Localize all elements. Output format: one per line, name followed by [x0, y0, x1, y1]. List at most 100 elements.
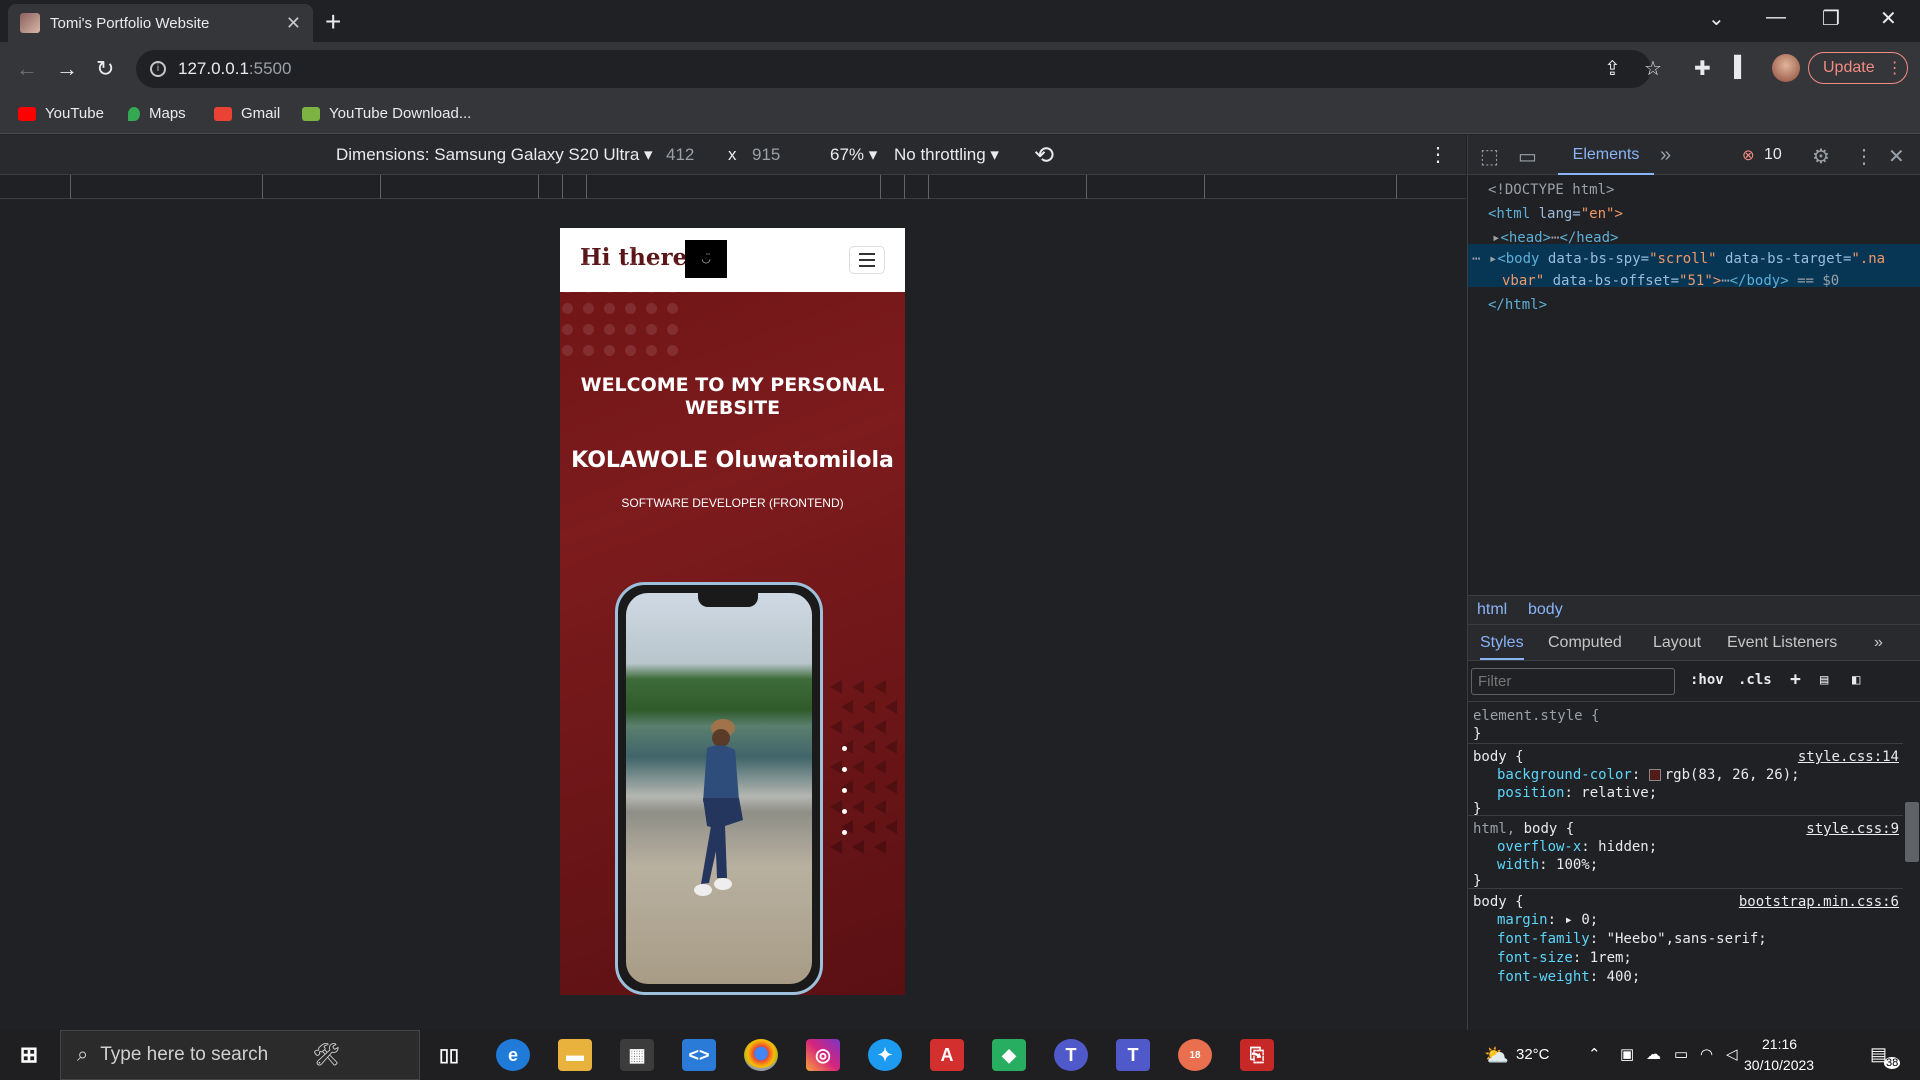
tab-layout[interactable]: Layout	[1653, 634, 1701, 652]
hov-toggle[interactable]: :hov	[1690, 672, 1724, 688]
file-explorer-icon[interactable]: ▬	[558, 1039, 592, 1071]
menu-kebab-icon[interactable]: ⋮	[1887, 58, 1903, 78]
teams-classic-icon[interactable]: T	[1116, 1039, 1150, 1071]
error-count[interactable]: 10	[1764, 146, 1782, 164]
weather-icon[interactable]: ⛅	[1484, 1043, 1509, 1068]
close-devtools-icon[interactable]: ✕	[1888, 144, 1905, 169]
clock-date[interactable]: 30/10/2023	[1744, 1057, 1814, 1073]
chat-app-icon[interactable]: 18	[1178, 1039, 1212, 1071]
close-window-icon[interactable]: ✕	[1880, 6, 1897, 31]
git-app-icon[interactable]: ◆	[992, 1039, 1026, 1071]
tab-styles[interactable]: Styles	[1480, 634, 1524, 660]
decl-font-size[interactable]: font-size: 1rem;	[1497, 950, 1632, 966]
new-tab-icon[interactable]: +	[325, 6, 341, 38]
store-icon[interactable]: ▦	[620, 1039, 654, 1071]
rule-source-link[interactable]: style.css:9	[1806, 821, 1899, 837]
error-icon[interactable]: ⊗	[1742, 146, 1755, 164]
styles-scrollbar[interactable]	[1905, 802, 1919, 862]
bookmark-youtube[interactable]: YouTube	[18, 105, 104, 122]
tab-computed[interactable]: Computed	[1548, 634, 1622, 652]
profile-avatar[interactable]	[1772, 54, 1800, 82]
bookmark-youtube-download[interactable]: YouTube Download...	[302, 105, 471, 122]
decl-overflow-x[interactable]: overflow-x: hidden;	[1497, 839, 1657, 855]
more-subtabs-chevron-icon[interactable]: »	[1874, 634, 1883, 652]
vscode-icon[interactable]: <>	[682, 1039, 716, 1071]
side-panel-icon[interactable]: ▌	[1734, 56, 1748, 79]
rule-html-body[interactable]: html, body { style.css:9 overflow-x: hid…	[1468, 817, 1903, 889]
rule-body-style-css[interactable]: body { style.css:14 background-color: rg…	[1468, 745, 1903, 817]
address-bar[interactable]: i 127.0.0.1:5500	[136, 50, 1651, 88]
node-actions-icon[interactable]: ⋯	[1472, 251, 1480, 267]
temperature[interactable]: 32°C	[1516, 1046, 1550, 1063]
rule-element-style[interactable]: element.style { }	[1468, 702, 1903, 744]
bookmark-maps[interactable]: Maps	[128, 105, 186, 122]
device-more-icon[interactable]: ⋮	[1428, 142, 1448, 167]
edge-icon[interactable]: e	[496, 1039, 530, 1071]
breadcrumb-body[interactable]: body	[1528, 601, 1563, 619]
forward-icon[interactable]: →	[56, 56, 78, 82]
extensions-icon[interactable]: ✚	[1694, 56, 1711, 81]
taskbar-search[interactable]: ⌕ Type here to search 🛠	[60, 1030, 420, 1080]
onedrive-icon[interactable]: ☁	[1646, 1045, 1661, 1063]
styles-filter-input[interactable]	[1471, 668, 1675, 695]
clock-time[interactable]: 21:16	[1762, 1036, 1797, 1052]
decl-width[interactable]: width: 100%;	[1497, 857, 1598, 873]
media-query-ruler[interactable]	[0, 175, 1466, 199]
dom-body-node-cont[interactable]: vbar" data-bs-offset="51">⋯</body> == $0	[1502, 273, 1839, 289]
more-tabs-chevron-icon[interactable]: »	[1660, 144, 1671, 167]
share-icon[interactable]: ⇪	[1604, 56, 1621, 81]
devtools-more-icon[interactable]: ⋮	[1854, 144, 1874, 169]
dom-html-close[interactable]: </html>	[1488, 297, 1547, 313]
breadcrumb-html[interactable]: html	[1477, 601, 1507, 619]
decl-position[interactable]: position: relative;	[1497, 785, 1657, 801]
inspect-element-icon[interactable]: ⬚	[1480, 144, 1499, 169]
bookmark-gmail[interactable]: Gmail	[214, 105, 280, 122]
meet-now-icon[interactable]: ▣	[1620, 1045, 1634, 1063]
close-tab-icon[interactable]: ✕	[286, 13, 301, 34]
minimize-icon[interactable]: —	[1766, 6, 1786, 29]
device-height-input[interactable]: 915	[752, 145, 780, 165]
zoom-dropdown[interactable]: 67% ▾	[830, 145, 877, 165]
reload-icon[interactable]: ↻	[96, 56, 114, 82]
paint-brush-icon[interactable]: ▤	[1820, 672, 1828, 688]
expand-arrow-icon[interactable]: ▸	[1564, 912, 1572, 928]
battery-icon[interactable]: ▭	[1674, 1045, 1688, 1063]
new-rule-icon[interactable]: +	[1790, 669, 1801, 690]
dom-doctype[interactable]: <!DOCTYPE html>	[1488, 182, 1614, 198]
teams-icon[interactable]: T	[1054, 1039, 1088, 1071]
restore-icon[interactable]: ❐	[1822, 6, 1840, 31]
hamburger-menu-icon[interactable]	[849, 246, 885, 274]
adobe-acrobat-icon[interactable]: A	[930, 1039, 964, 1071]
tray-chevron-icon[interactable]: ⌃	[1588, 1045, 1601, 1063]
rotate-icon[interactable]: ⟲	[1034, 141, 1054, 170]
device-width-input[interactable]: 412	[666, 145, 694, 165]
tab-elements[interactable]: Elements	[1558, 135, 1654, 175]
settings-gear-icon[interactable]: ⚙	[1812, 144, 1830, 169]
decl-font-weight[interactable]: font-weight: 400;	[1497, 969, 1640, 985]
rule-source-link[interactable]: bootstrap.min.css:6	[1739, 894, 1899, 910]
dom-html-node[interactable]: <html lang="en">	[1488, 206, 1623, 222]
wifi-icon[interactable]: ◠	[1700, 1045, 1713, 1063]
computed-sidebar-icon[interactable]: ◧	[1852, 672, 1860, 688]
update-button[interactable]: Update ⋮	[1808, 52, 1908, 84]
task-view-icon[interactable]: ▯▯	[432, 1039, 466, 1071]
color-swatch-icon[interactable]	[1648, 769, 1661, 781]
tab-event-listeners[interactable]: Event Listeners	[1727, 634, 1837, 652]
decl-background-color[interactable]: background-color: rgb(83, 26, 26);	[1497, 767, 1800, 783]
decl-font-family[interactable]: font-family: "Heebo",sans-serif;	[1497, 931, 1767, 947]
bookmark-star-icon[interactable]: ☆	[1644, 56, 1662, 81]
cls-toggle[interactable]: .cls	[1738, 672, 1772, 688]
rule-body-bootstrap[interactable]: body { bootstrap.min.css:6 margin: ▸ 0; …	[1468, 890, 1903, 1030]
windows-start-icon[interactable]: ⊞	[12, 1039, 46, 1071]
site-info-icon[interactable]: i	[150, 61, 166, 77]
chrome-icon[interactable]	[744, 1039, 778, 1071]
instagram-icon[interactable]: ◎	[806, 1039, 840, 1071]
twitter-icon[interactable]: ✦	[868, 1039, 902, 1071]
dom-head-node[interactable]: ▸<head>⋯</head>	[1492, 230, 1618, 246]
volume-icon[interactable]: ◁	[1726, 1045, 1738, 1063]
rule-source-link[interactable]: style.css:14	[1798, 749, 1899, 765]
device-toggle-icon[interactable]: ▭	[1518, 144, 1537, 169]
pdf-reader-icon[interactable]: ⎘	[1240, 1039, 1274, 1071]
dom-body-node[interactable]: ⋯ ▸<body data-bs-spy="scroll" data-bs-ta…	[1472, 251, 1885, 267]
device-dimensions-dropdown[interactable]: Dimensions: Samsung Galaxy S20 Ultra ▾	[336, 145, 653, 165]
